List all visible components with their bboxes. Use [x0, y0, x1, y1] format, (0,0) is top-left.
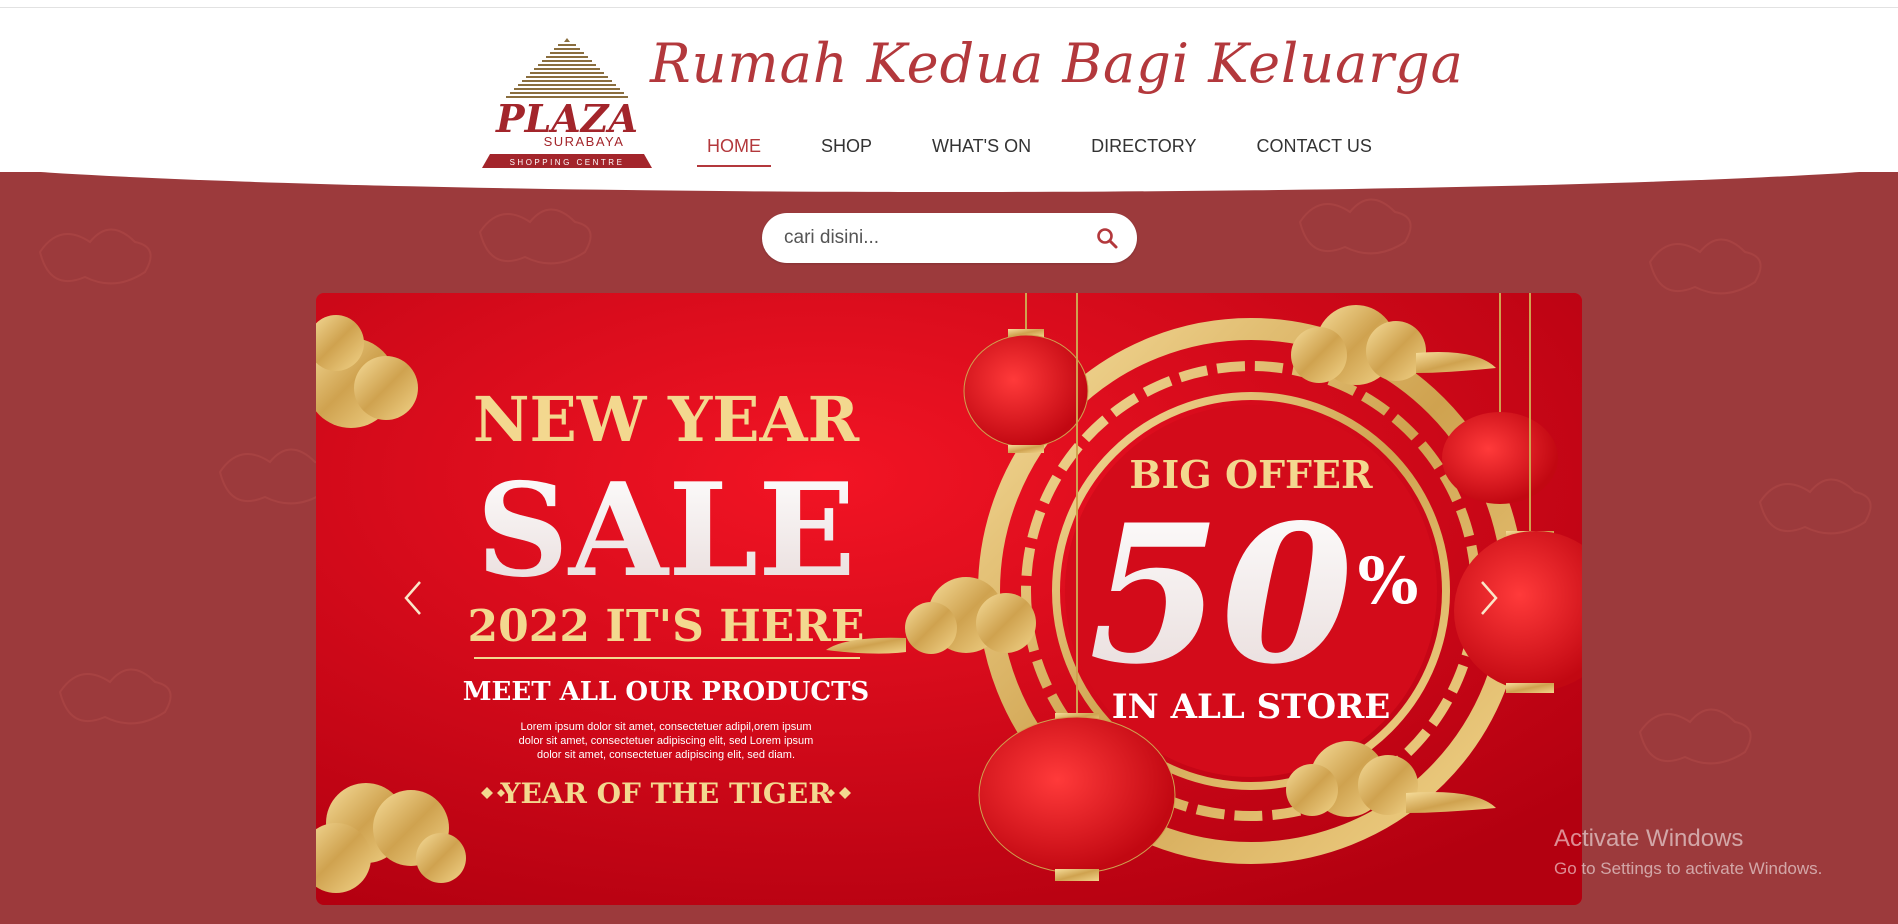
site-header: PLAZA SURABAYA SHOPPING CENTRE Rumah Ked… — [0, 8, 1898, 180]
search-input[interactable] — [782, 226, 1086, 250]
watermark-title: Activate Windows — [1554, 825, 1744, 852]
carousel-prev-arrow[interactable] — [398, 568, 428, 628]
site-tagline: Rumah Kedua Bagi Keluarga — [650, 32, 1464, 95]
banner-lorem-1: Lorem ipsum dolor sit amet, consectetuer… — [520, 721, 811, 733]
search-bar — [762, 213, 1137, 263]
banner-2022-its-here: 2022 IT'S HERE — [468, 601, 865, 652]
logo-sub-text: SURABAYA — [544, 134, 625, 149]
banner-lorem-2: dolor sit amet, consectetuer adipiscing … — [519, 735, 814, 747]
logo-small-text: SHOPPING CENTRE — [510, 158, 625, 167]
carousel-next-arrow[interactable] — [1474, 568, 1504, 628]
search-icon[interactable] — [1095, 226, 1119, 250]
nav-item-shop[interactable]: SHOP — [811, 128, 882, 165]
nav-item-home[interactable]: HOME — [697, 128, 771, 167]
banner-lorem-3: dolor sit amet, consectetuer adipiscing … — [537, 749, 795, 761]
nav-item-contact-us[interactable]: CONTACT US — [1246, 128, 1381, 165]
promo-banner-art: NEW YEAR SALE 2022 IT'S HERE MEET ALL OU… — [316, 293, 1582, 905]
plaza-surabaya-logo[interactable]: PLAZA SURABAYA SHOPPING CENTRE — [478, 34, 656, 170]
watermark-subtitle: Go to Settings to activate Windows. — [1554, 859, 1823, 878]
promo-banner[interactable]: NEW YEAR SALE 2022 IT'S HERE MEET ALL OU… — [316, 293, 1582, 905]
banner-50: 50 — [1089, 483, 1353, 706]
windows-activation-watermark: Activate Windows Go to Settings to activ… — [1554, 825, 1822, 879]
banner-percent-sign: % — [1358, 544, 1419, 619]
banner-year-of-tiger: YEAR OF THE TIGER — [500, 777, 833, 810]
nav-item-whats-on[interactable]: WHAT'S ON — [922, 128, 1041, 165]
banner-meet-products: MEET ALL OUR PRODUCTS — [463, 677, 869, 707]
main-nav: HOME SHOP WHAT'S ON DIRECTORY CONTACT US — [697, 128, 1422, 167]
nav-item-directory[interactable]: DIRECTORY — [1081, 128, 1206, 165]
banner-in-all-store: IN ALL STORE — [1112, 687, 1391, 727]
banner-sale: SALE — [476, 456, 855, 606]
banner-new-year: NEW YEAR — [473, 383, 860, 456]
